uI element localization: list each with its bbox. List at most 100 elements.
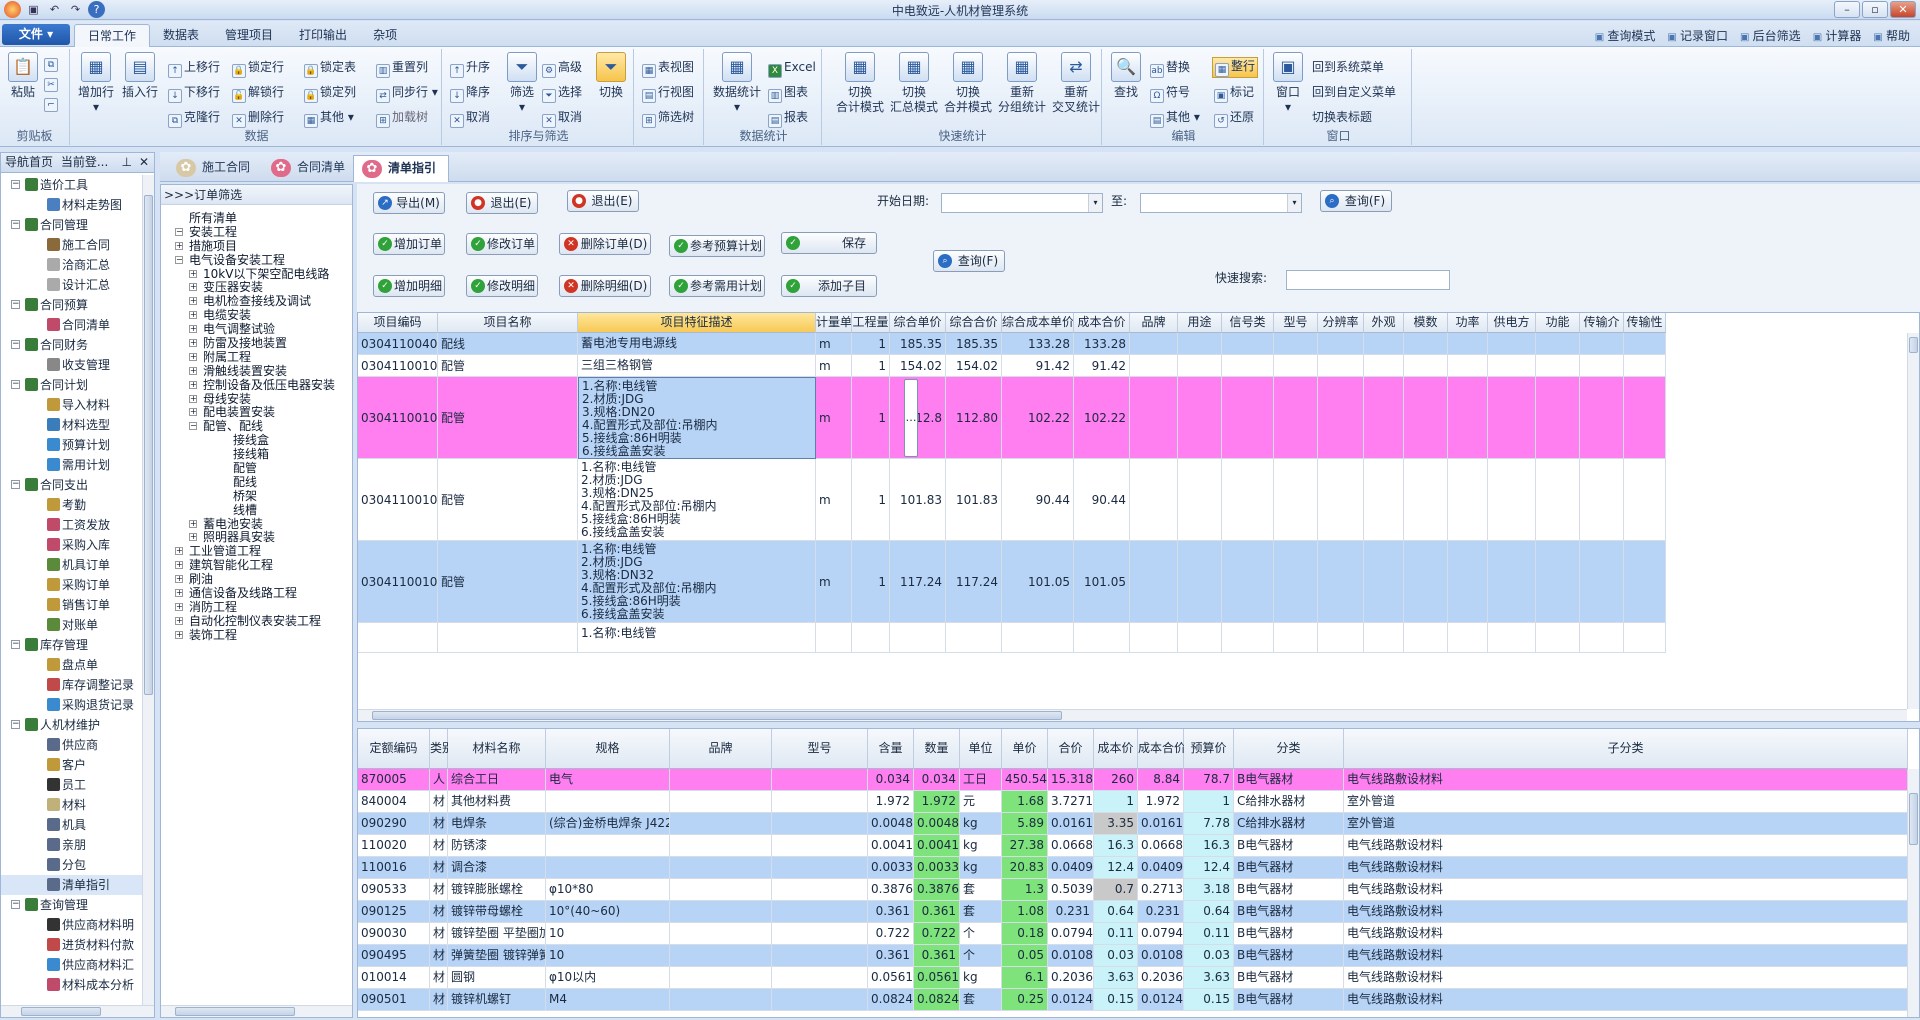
table-row[interactable]: 030411001003配管1.名称:电线管 2.材质:JDG 3.规格:DN2… xyxy=(358,377,1919,459)
table-cell[interactable]: 电气 xyxy=(546,769,670,791)
add-order-button[interactable]: ✓ 增加订单 xyxy=(373,233,445,255)
collapse-icon[interactable]: − xyxy=(11,720,20,729)
lock-row-button[interactable]: 🔒 锁定行 xyxy=(232,59,284,78)
table-cell[interactable] xyxy=(1222,459,1274,541)
column-header[interactable]: 数量 xyxy=(914,729,960,769)
total-mode-button[interactable]: ▦ 切换 合计模式 xyxy=(834,52,886,115)
table-cell[interactable]: 030411001004 xyxy=(358,459,438,541)
table-cell[interactable] xyxy=(670,879,772,901)
cross-stats-button[interactable]: ⇄ 重新 交叉统计 xyxy=(1050,52,1102,115)
nav-item[interactable]: 供应商材料汇 xyxy=(1,955,142,975)
table-cell[interactable] xyxy=(670,835,772,857)
start-date-input[interactable]: ▾ xyxy=(941,193,1103,213)
replace-button[interactable]: ab 替换 xyxy=(1150,59,1190,78)
table-cell[interactable]: 3.35 xyxy=(1094,813,1138,835)
table-cell[interactable]: (综合)金桥电焊条 J422/2. xyxy=(546,813,670,835)
table-row[interactable]: 090125 材镀锌带母螺栓 10°(40~60) 0.361 0.361 套 1.08 0.… xyxy=(358,901,1908,923)
file-menu-button[interactable]: 文件 ▾ xyxy=(2,24,70,45)
nav-item[interactable]: 材料选型 xyxy=(1,415,142,435)
table-cell[interactable] xyxy=(1130,623,1178,653)
table-cell[interactable] xyxy=(1364,623,1404,653)
table-cell[interactable] xyxy=(1536,459,1580,541)
expand-icon[interactable]: + xyxy=(189,380,197,389)
table-cell[interactable] xyxy=(1404,459,1448,541)
data-stats-button[interactable]: ▦ 数据统计 ▾ xyxy=(710,52,764,115)
export-button[interactable]: ↗ 导出(M) xyxy=(373,192,445,214)
collapse-icon[interactable]: − xyxy=(11,900,20,909)
ref-budget-button[interactable]: ✓ 参考预算计划 xyxy=(669,235,765,257)
expand-icon[interactable]: + xyxy=(175,589,183,598)
table-cell[interactable] xyxy=(1318,355,1364,377)
table-row[interactable]: 870005人综合工日电气0.0340.034工日450.5415.318426… xyxy=(358,769,1908,791)
table-cell[interactable]: 材 xyxy=(430,813,448,835)
toggle-table-title-button[interactable]: 切换表标题 xyxy=(1312,109,1372,125)
table-cell[interactable]: 电气线路敷设材料 xyxy=(1344,879,1908,901)
table-cell[interactable]: 0.0561 xyxy=(914,967,960,989)
table-cell[interactable] xyxy=(670,989,772,1011)
table-cell[interactable]: 090501 xyxy=(358,989,430,1011)
table-cell[interactable]: 91.42 xyxy=(1002,355,1074,377)
table-cell[interactable]: 10 xyxy=(546,923,670,945)
table-row[interactable]: 030411001026配管三组三格钢管m1154.02154.0291.429… xyxy=(358,355,1919,377)
table-cell[interactable]: 0.03 xyxy=(1184,945,1234,967)
end-date-dropdown-icon[interactable]: ▾ xyxy=(1287,194,1301,212)
summary-mode-button[interactable]: ▦ 切换 汇总模式 xyxy=(888,52,940,115)
whole-row-button[interactable]: ▦ 整行 xyxy=(1212,57,1259,78)
table-cell[interactable] xyxy=(1364,377,1404,459)
table-cell[interactable]: 1.972 xyxy=(868,791,914,813)
query-button[interactable]: ⌕ 查询(F) xyxy=(1320,190,1392,212)
table-cell[interactable]: 185.35 xyxy=(946,333,1002,355)
filter-node[interactable]: + 控制设备及低压电器安装 xyxy=(167,378,352,392)
table-cell[interactable]: 镀锌膨胀螺栓 xyxy=(448,879,546,901)
table-cell[interactable] xyxy=(1130,333,1178,355)
nav-vertical-scrollbar[interactable] xyxy=(142,175,154,1005)
nav-item[interactable]: 导入材料 xyxy=(1,395,142,415)
filter-node[interactable]: + 滑触线装置安装 xyxy=(167,364,352,378)
clone-row-button[interactable]: ⧉ 克隆行 xyxy=(168,109,220,128)
table-cell[interactable]: 030411001005 xyxy=(358,541,438,623)
table-cell[interactable]: 镀锌机螺钉 xyxy=(448,989,546,1011)
table-cell[interactable] xyxy=(1222,333,1274,355)
filter-node[interactable]: + 配电装置安装 xyxy=(167,405,352,419)
nav-item[interactable]: 考勤 xyxy=(1,495,142,515)
find-button[interactable]: 🔍 查找 xyxy=(1110,52,1142,100)
sort-asc-button[interactable]: ↑ 升序 xyxy=(450,59,490,78)
filter-panel-title[interactable]: >>>订单筛选 xyxy=(161,185,352,205)
table-cell[interactable]: 030411004001 xyxy=(358,333,438,355)
table-row[interactable]: 030411004001配线蓄电池专用电源线m1185.35185.35133.… xyxy=(358,333,1919,355)
column-header[interactable]: 品牌 xyxy=(670,729,772,769)
minimize-button[interactable]: – xyxy=(1834,1,1860,18)
table-row[interactable]: 090501 材镀锌机螺钉 M4 0.0824 0.0824 套 0.25 0.0124 0.1… xyxy=(358,989,1908,1011)
table-row[interactable]: 010014 材圆钢 φ10以内 0.0561 0.0561 kg 6.1 0.2036 3.6… xyxy=(358,967,1908,989)
lock-col-button[interactable]: 🔒 锁定列 xyxy=(304,84,356,103)
table-cell[interactable] xyxy=(1364,459,1404,541)
table-cell[interactable]: B电气器材 xyxy=(1234,879,1344,901)
end-date-input[interactable]: ▾ xyxy=(1140,193,1302,213)
table-cell[interactable]: 0.2036 xyxy=(1138,967,1184,989)
table-cell[interactable]: 配管 xyxy=(438,459,578,541)
add-row-button[interactable]: ▦ 增加行 ▾ xyxy=(76,52,116,115)
filter-node[interactable]: + 消防工程 xyxy=(167,600,352,614)
ribbon-tab-1[interactable]: 数据表 xyxy=(150,24,212,47)
close-icon[interactable]: ✕ xyxy=(139,153,149,172)
filter-button[interactable]: ⏷ 筛选 ▾ xyxy=(506,52,538,115)
table-cell[interactable]: m xyxy=(816,333,852,355)
ribbon-tab-3[interactable]: 打印输出 xyxy=(286,24,360,47)
column-header[interactable]: 传输性 xyxy=(1624,313,1666,333)
filter-node[interactable]: 配线 xyxy=(167,475,352,489)
collapse-icon[interactable]: − xyxy=(11,180,20,189)
table-cell[interactable]: 0.25 xyxy=(1002,989,1048,1011)
doc-tab-0[interactable]: ✿ 施工合同 xyxy=(168,155,262,182)
move-down-button[interactable]: ↓ 下移行 xyxy=(168,84,220,103)
expand-icon[interactable]: + xyxy=(189,394,197,403)
table-cell[interactable]: 电气线路敷设材料 xyxy=(1344,923,1908,945)
delete-detail-button[interactable]: ✕ 删除明细(D) xyxy=(559,275,651,297)
table-cell[interactable]: 镀锌带母螺栓 xyxy=(448,901,546,923)
other-edit-button[interactable]: ▤ 其他 ▾ xyxy=(1150,109,1200,128)
expand-icon[interactable]: − xyxy=(175,227,183,236)
sort-desc-button[interactable]: ↓ 降序 xyxy=(450,84,490,103)
table-cell[interactable] xyxy=(852,623,890,653)
table-cell[interactable]: B电气器材 xyxy=(1234,945,1344,967)
table-cell[interactable]: 个 xyxy=(960,945,1002,967)
table-cell[interactable]: 0.361 xyxy=(868,945,914,967)
